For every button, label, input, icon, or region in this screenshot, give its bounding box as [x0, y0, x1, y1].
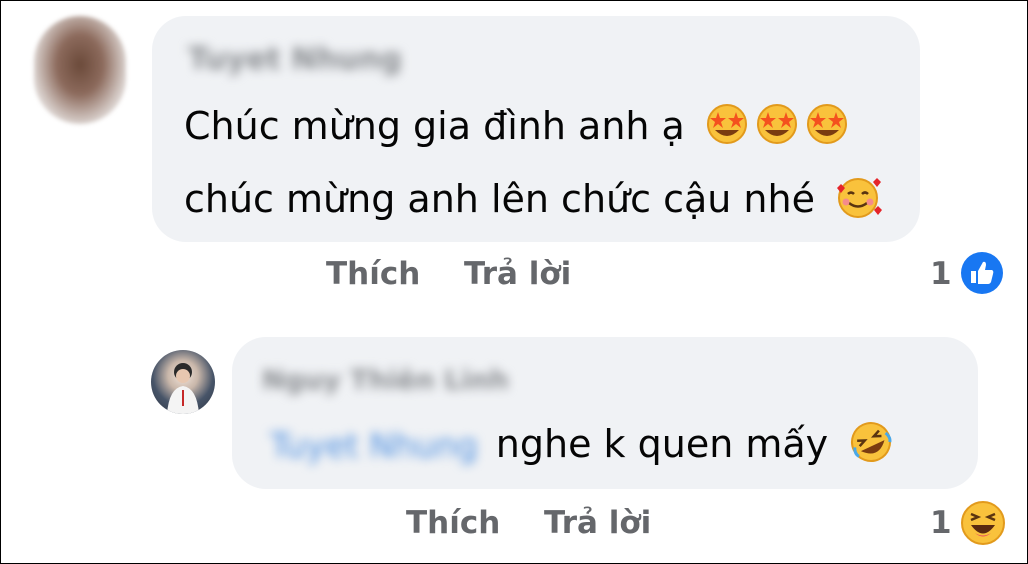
comment-text: Chúc mừng gia đình anh ạ [184, 104, 685, 148]
comment-author-name[interactable]: Tuyet Nhung [188, 42, 402, 77]
mention-tag[interactable]: Tuyet Nhung [270, 426, 478, 465]
comment-bubble: Tuyet Nhung Chúc mừng gia đình anh ạ chú… [152, 16, 920, 242]
reply-author-name[interactable]: Nguy Thiên Linh [262, 365, 509, 396]
reply-link[interactable]: Trả lời [544, 505, 651, 541]
reaction-count[interactable]: 1 [930, 256, 952, 292]
reply-text-line: Tuyet Nhung nghe k quen mấy [270, 419, 896, 474]
reply-link[interactable]: Trả lời [464, 256, 571, 292]
comment-text: chúc mừng anh lên chức cậu nhé [184, 177, 815, 221]
commenter-avatar[interactable] [34, 16, 126, 124]
star-struck-emoji [703, 102, 751, 155]
like-link[interactable]: Thích [406, 505, 500, 541]
reaction-count[interactable]: 1 [930, 505, 952, 541]
smiling-face-with-hearts-emoji [833, 174, 883, 229]
reply-text: nghe k quen mấy [495, 422, 829, 466]
reply-bubble: Nguy Thiên Linh Tuyet Nhung nghe k quen … [232, 337, 978, 489]
reply-avatar[interactable] [151, 350, 215, 414]
like-link[interactable]: Thích [326, 256, 420, 292]
star-struck-emoji [803, 102, 851, 155]
like-icon[interactable] [960, 251, 1004, 299]
rolling-on-floor-laughing-emoji [846, 419, 896, 474]
comment-text-line-2: chúc mừng anh lên chức cậu nhé [184, 174, 883, 229]
star-struck-emoji [753, 102, 801, 155]
haha-icon[interactable] [960, 500, 1006, 550]
comment-text-line-1: Chúc mừng gia đình anh ạ [184, 102, 851, 155]
